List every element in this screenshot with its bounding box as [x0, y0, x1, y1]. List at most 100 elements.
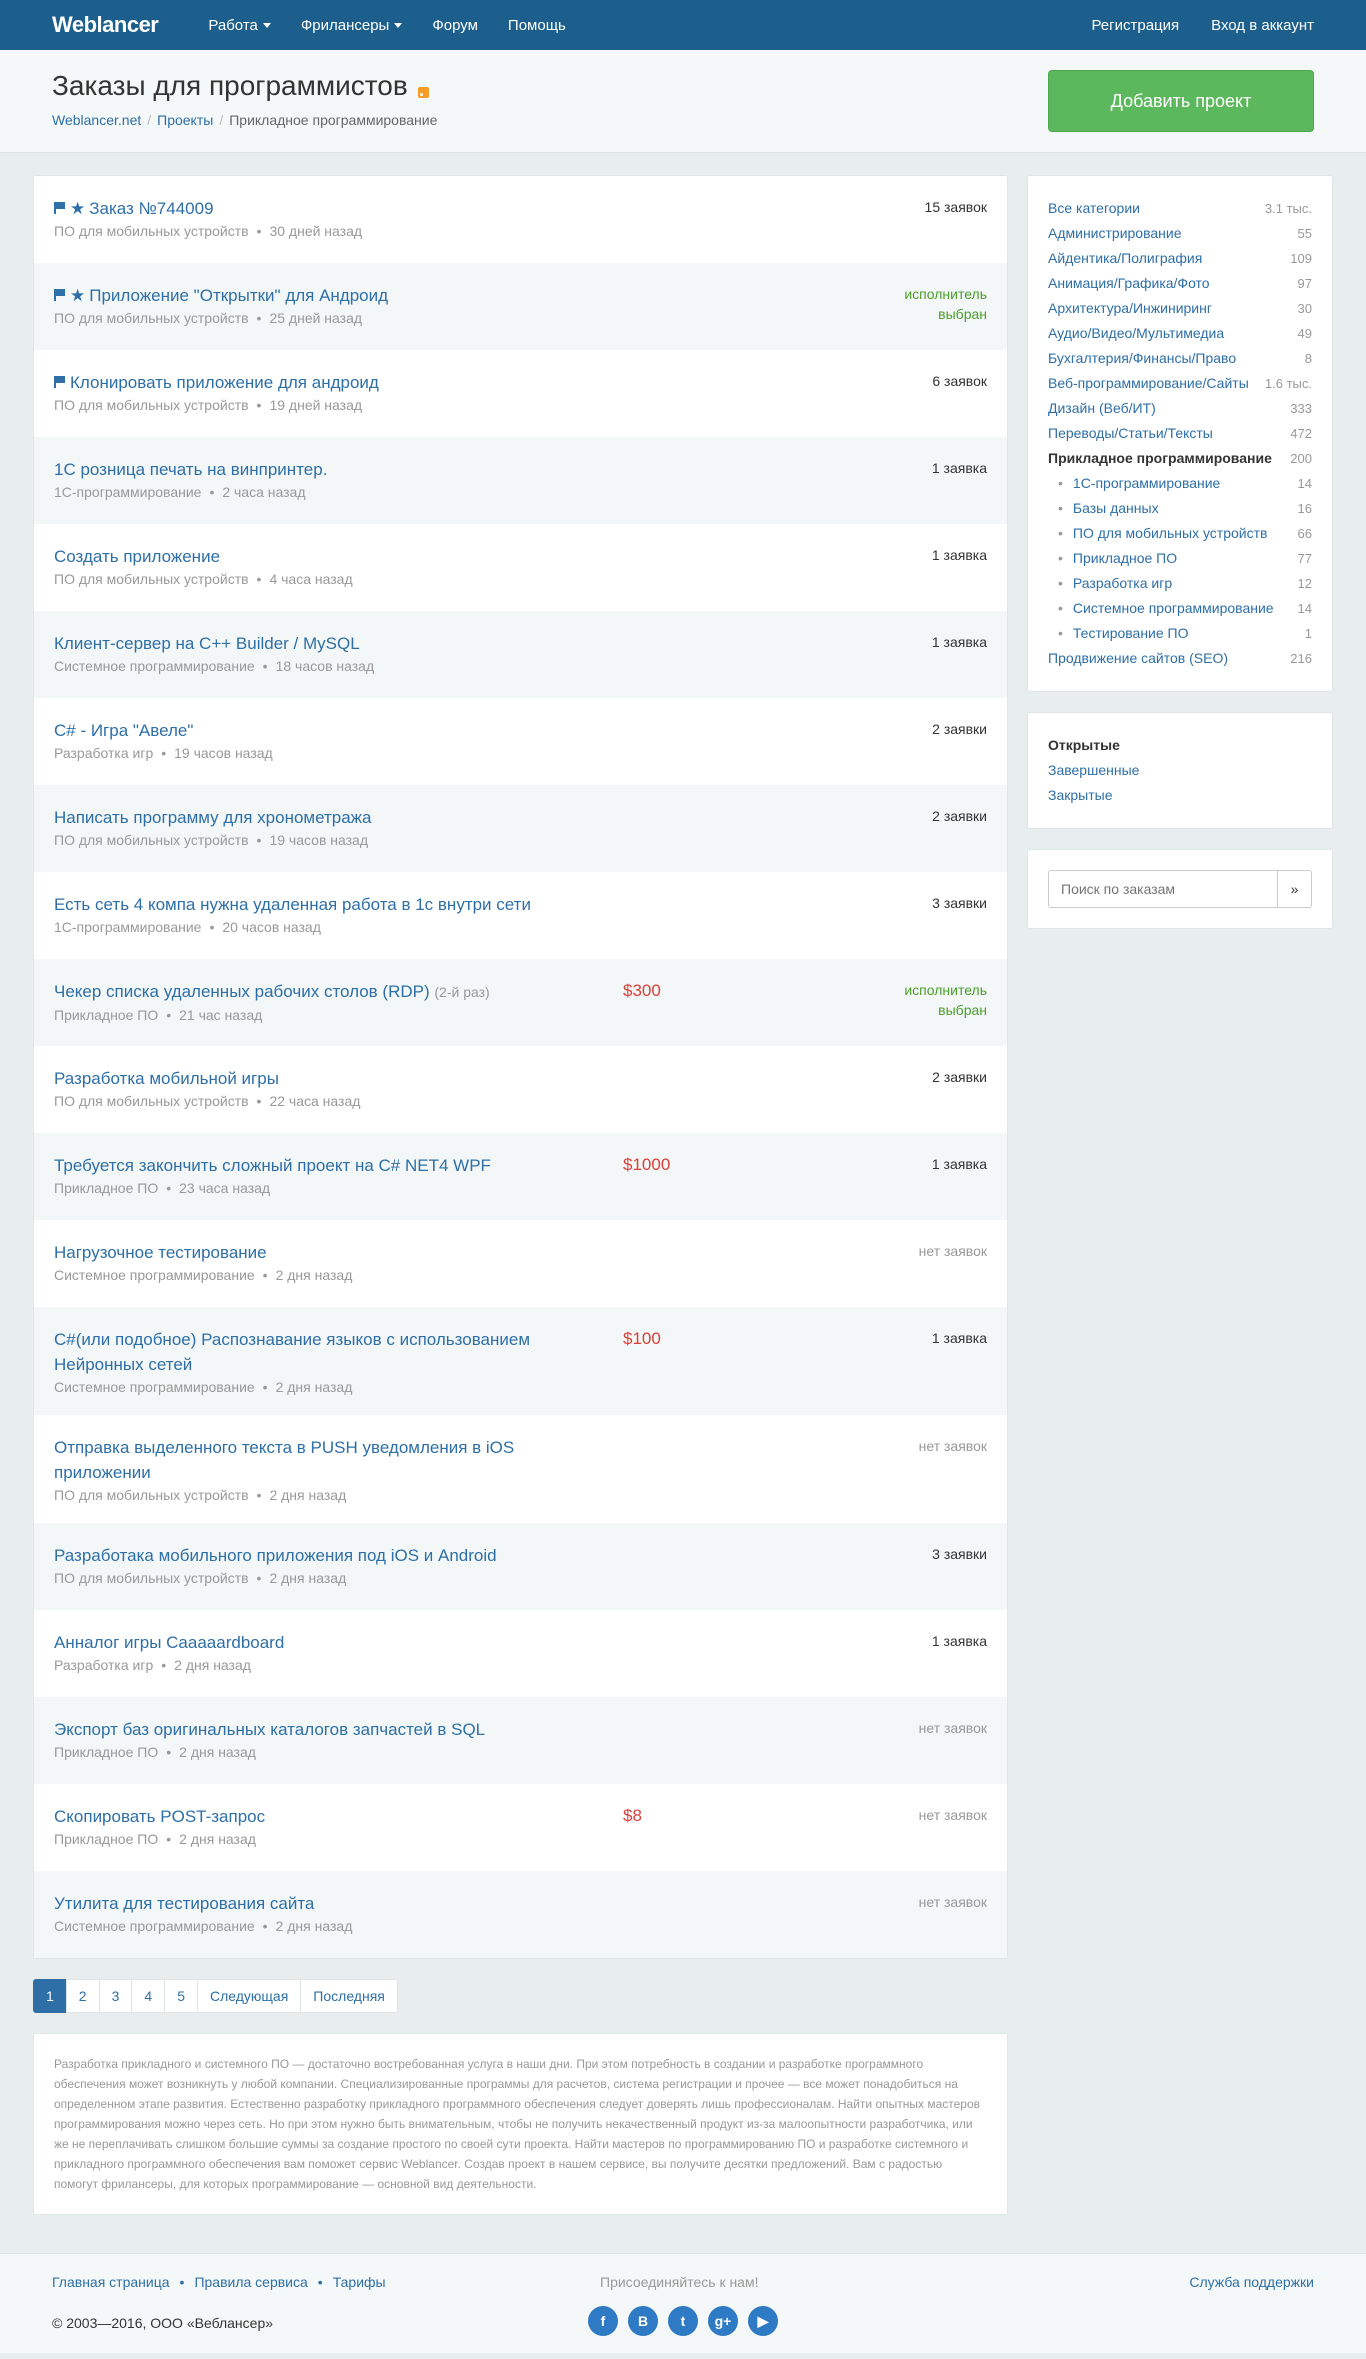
order-category-link[interactable]: ПО для мобильных устройств: [54, 571, 249, 587]
status-closed[interactable]: Закрытые: [1048, 787, 1112, 803]
order-category-link[interactable]: Системное программирование: [54, 658, 255, 674]
order-title-link[interactable]: Заказ №744009: [89, 199, 213, 218]
sidebar-category-item[interactable]: Айдентика/Полиграфия 109: [1048, 246, 1312, 271]
page-4-button[interactable]: 4: [131, 1979, 166, 2013]
sidebar-category-item[interactable]: Анимация/Графика/Фото 97: [1048, 271, 1312, 296]
sidebar-category-item[interactable]: Все категории 3.1 тыс.: [1048, 196, 1312, 221]
order-title-link[interactable]: Клиент-сервер на C++ Builder / MySQL: [54, 634, 360, 653]
category-name[interactable]: Веб-программирование/Сайты: [1048, 371, 1249, 396]
category-name[interactable]: Тестирование ПО: [1058, 621, 1189, 646]
order-title-link[interactable]: C# - Игра "Авеле": [54, 721, 193, 740]
sidebar-category-item[interactable]: Веб-программирование/Сайты 1.6 тыс.: [1048, 371, 1312, 396]
facebook-icon[interactable]: f: [588, 2306, 618, 2336]
order-title-link[interactable]: Нагрузочное тестирование: [54, 1243, 267, 1262]
logo[interactable]: Weblancer: [52, 12, 159, 38]
nav-freelancers[interactable]: Фрилансеры: [301, 17, 403, 34]
next-page-button[interactable]: Следующая: [196, 1979, 302, 2013]
google-plus-icon[interactable]: g+: [708, 2306, 738, 2336]
sidebar-category-item[interactable]: Администрирование 55: [1048, 221, 1312, 246]
order-category-link[interactable]: ПО для мобильных устройств: [54, 1570, 249, 1586]
order-title-link[interactable]: Приложение "Открытки" для Андроид: [89, 286, 388, 305]
nav-help[interactable]: Помощь: [508, 17, 566, 34]
sidebar-subcategory-item[interactable]: ПО для мобильных устройств 66: [1058, 521, 1312, 546]
add-project-button[interactable]: Добавить проект: [1048, 70, 1314, 132]
order-category-link[interactable]: Разработка игр: [54, 745, 153, 761]
support-link[interactable]: Служба поддержки: [1189, 2274, 1314, 2290]
register-link[interactable]: Регистрация: [1091, 17, 1179, 34]
login-link[interactable]: Вход в аккаунт: [1211, 17, 1314, 34]
sidebar-category-item[interactable]: Аудио/Видео/Мультимедиа 49: [1048, 321, 1312, 346]
order-title-link[interactable]: Анналог игры Caaaaardboard: [54, 1633, 284, 1652]
order-category-link[interactable]: ПО для мобильных устройств: [54, 397, 249, 413]
youtube-icon[interactable]: ▶: [748, 2306, 778, 2336]
order-category-link[interactable]: ПО для мобильных устройств: [54, 832, 249, 848]
order-category-link[interactable]: Разработка игр: [54, 1657, 153, 1673]
sidebar-category-item[interactable]: Бухгалтерия/Финансы/Право 8: [1048, 346, 1312, 371]
category-name[interactable]: Системное программирование: [1058, 596, 1274, 621]
footer-home-link[interactable]: Главная страница: [52, 2274, 170, 2290]
order-category-link[interactable]: 1С-программирование: [54, 484, 201, 500]
order-category-link[interactable]: Прикладное ПО: [54, 1180, 158, 1196]
order-category-link[interactable]: ПО для мобильных устройств: [54, 1487, 249, 1503]
order-category-link[interactable]: Системное программирование: [54, 1379, 255, 1395]
category-name[interactable]: Дизайн (Веб/ИТ): [1048, 396, 1156, 421]
order-category-link[interactable]: 1С-программирование: [54, 919, 201, 935]
order-category-link[interactable]: Прикладное ПО: [54, 1831, 158, 1847]
category-name[interactable]: Все категории: [1048, 196, 1140, 221]
category-name[interactable]: Продвижение сайтов (SEO): [1048, 646, 1228, 671]
order-title-link[interactable]: Создать приложение: [54, 547, 220, 566]
page-3-button[interactable]: 3: [98, 1979, 133, 2013]
order-title-link[interactable]: Отправка выделенного текста в PUSH уведо…: [54, 1438, 514, 1482]
order-category-link[interactable]: ПО для мобильных устройств: [54, 223, 249, 239]
sidebar-subcategory-item[interactable]: Базы данных 16: [1058, 496, 1312, 521]
category-name[interactable]: 1С-программирование: [1058, 471, 1220, 496]
order-title-link[interactable]: Написать программу для хронометража: [54, 808, 372, 827]
sidebar-category-item[interactable]: Дизайн (Веб/ИТ) 333: [1048, 396, 1312, 421]
footer-rules-link[interactable]: Правила сервиса: [194, 2274, 307, 2290]
category-name[interactable]: Архитектура/Инжиниринг: [1048, 296, 1212, 321]
category-name[interactable]: Анимация/Графика/Фото: [1048, 271, 1210, 296]
footer-tariffs-link[interactable]: Тарифы: [333, 2274, 386, 2290]
breadcrumb-projects[interactable]: Проекты: [157, 112, 213, 128]
order-category-link[interactable]: Прикладное ПО: [54, 1744, 158, 1760]
category-name[interactable]: Прикладное программирование: [1048, 446, 1272, 471]
category-name[interactable]: ПО для мобильных устройств: [1058, 521, 1268, 546]
order-title-link[interactable]: Разработка мобильной игры: [54, 1069, 279, 1088]
rss-icon[interactable]: [417, 86, 429, 98]
order-category-link[interactable]: ПО для мобильных устройств: [54, 1093, 249, 1109]
order-title-link[interactable]: 1С розница печать на винпринтер.: [54, 460, 327, 479]
order-category-link[interactable]: Системное программирование: [54, 1267, 255, 1283]
order-title-link[interactable]: C#(или подобное) Распознавание языков с …: [54, 1330, 530, 1374]
category-name[interactable]: Разработка игр: [1058, 571, 1172, 596]
page-5-button[interactable]: 5: [164, 1979, 198, 2013]
order-title-link[interactable]: Утилита для тестирования сайта: [54, 1894, 314, 1913]
order-title-link[interactable]: Есть сеть 4 компа нужна удаленная работа…: [54, 895, 531, 914]
order-title-link[interactable]: Экспорт баз оригинальных каталогов запча…: [54, 1720, 485, 1739]
sidebar-category-item[interactable]: Архитектура/Инжиниринг 30: [1048, 296, 1312, 321]
order-category-link[interactable]: ПО для мобильных устройств: [54, 310, 249, 326]
status-completed[interactable]: Завершенные: [1048, 762, 1139, 778]
sidebar-subcategory-item[interactable]: 1С-программирование 14: [1058, 471, 1312, 496]
category-name[interactable]: Аудио/Видео/Мультимедиа: [1048, 321, 1224, 346]
sidebar-subcategory-item[interactable]: Прикладное ПО 77: [1058, 546, 1312, 571]
sidebar-category-item[interactable]: Продвижение сайтов (SEO) 216: [1048, 646, 1312, 671]
sidebar-category-item[interactable]: Переводы/Статьи/Тексты 472: [1048, 421, 1312, 446]
order-title-link[interactable]: Скопировать POST-запрос: [54, 1807, 265, 1826]
order-category-link[interactable]: Системное программирование: [54, 1918, 255, 1934]
category-name[interactable]: Администрирование: [1048, 221, 1182, 246]
twitter-icon[interactable]: t: [668, 2306, 698, 2336]
sidebar-subcategory-item[interactable]: Тестирование ПО 1: [1058, 621, 1312, 646]
last-page-button[interactable]: Последняя: [300, 1979, 398, 2013]
nav-forum[interactable]: Форум: [432, 17, 478, 34]
search-button[interactable]: »: [1278, 870, 1312, 908]
order-category-link[interactable]: Прикладное ПО: [54, 1007, 158, 1023]
vk-icon[interactable]: В: [628, 2306, 658, 2336]
category-name[interactable]: Айдентика/Полиграфия: [1048, 246, 1202, 271]
sidebar-category-active[interactable]: Прикладное программирование 200: [1048, 446, 1312, 471]
sidebar-subcategory-item[interactable]: Системное программирование 14: [1058, 596, 1312, 621]
category-name[interactable]: Бухгалтерия/Финансы/Право: [1048, 346, 1236, 371]
order-title-link[interactable]: Требуется закончить сложный проект на C#…: [54, 1156, 491, 1175]
order-title-link[interactable]: Чекер списка удаленных рабочих столов (R…: [54, 982, 430, 1001]
breadcrumb-home[interactable]: Weblancer.net: [52, 112, 141, 128]
page-1-button[interactable]: 1: [33, 1979, 67, 2013]
